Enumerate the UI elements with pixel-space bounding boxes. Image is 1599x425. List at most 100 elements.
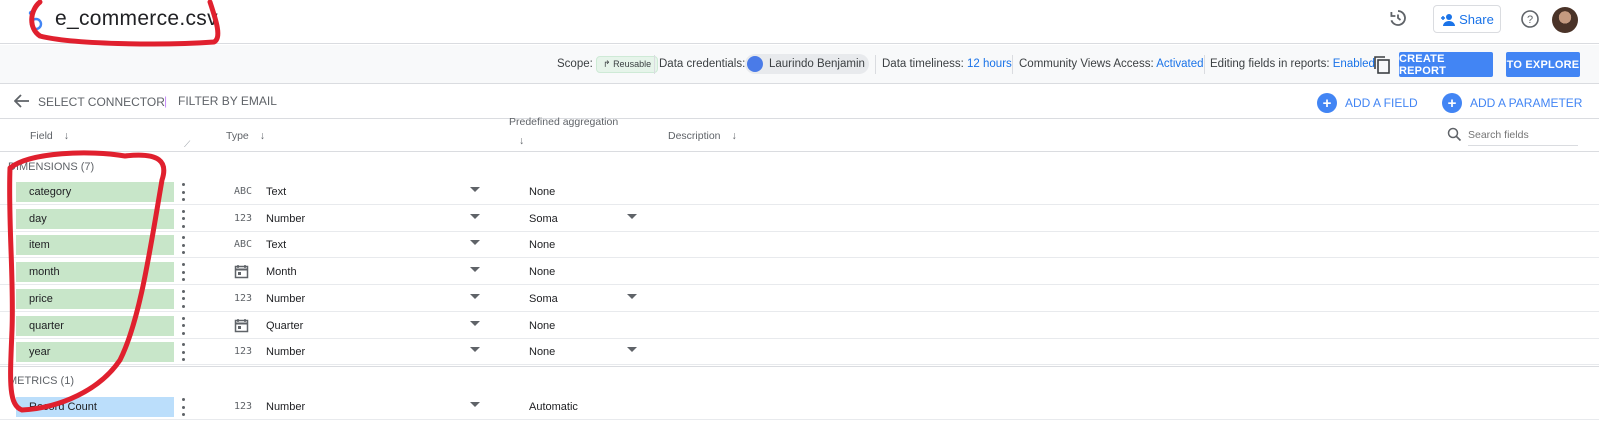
copy-icon[interactable] — [1370, 53, 1394, 77]
scope-badge[interactable]: ↱ Reusable — [596, 56, 659, 73]
aggregation-select[interactable]: None — [529, 320, 555, 332]
add-field-button[interactable]: + ADD A FIELD — [1317, 93, 1418, 113]
toolbar-divider: | — [164, 94, 168, 108]
data-source-title[interactable]: e_commerce.csv — [55, 7, 218, 31]
type-dropdown-arrow-icon[interactable] — [470, 402, 480, 407]
field-row[interactable]: quarter Quarter None — [0, 313, 1599, 339]
credentials-chip[interactable]: Laurindo Benjamin — [745, 54, 869, 74]
add-person-icon — [1441, 13, 1456, 26]
aggregation-dropdown-arrow-icon[interactable] — [627, 213, 637, 219]
scope-label: Scope: — [557, 58, 593, 70]
community-info: Community Views Access: Activated — [1019, 58, 1204, 70]
sort-arrow-icon[interactable]: ↓ — [519, 135, 524, 147]
aggregation-select[interactable]: None — [529, 346, 555, 358]
field-column-header[interactable]: Field ↓ — [30, 130, 69, 142]
history-icon[interactable] — [1386, 6, 1410, 30]
svg-text:?: ? — [1527, 14, 1533, 26]
aggregation-select[interactable]: Soma — [529, 213, 558, 225]
type-dropdown-arrow-icon[interactable] — [470, 240, 480, 246]
field-row[interactable]: item ABC Text None — [0, 232, 1599, 259]
field-type-select[interactable]: Quarter — [266, 320, 303, 332]
more-vert-icon[interactable] — [182, 289, 186, 308]
user-avatar[interactable] — [1552, 7, 1578, 33]
field-type-select[interactable]: Number — [266, 293, 305, 305]
text-type-icon: ABC — [234, 186, 253, 197]
filter-by-email-link[interactable]: FILTER BY EMAIL — [178, 94, 277, 108]
create-report-button[interactable]: CREATE REPORT — [1399, 52, 1493, 77]
description-column-header[interactable]: Description ↓ — [668, 130, 737, 142]
number-type-icon: 123 — [234, 212, 253, 224]
more-vert-icon[interactable] — [182, 236, 186, 255]
field-name-chip[interactable]: quarter — [16, 315, 174, 336]
aggregation-select[interactable]: Automatic — [529, 401, 578, 413]
field-type-select[interactable]: Number — [266, 401, 305, 413]
type-column-header[interactable]: Type ↓ — [226, 130, 265, 142]
select-connector-link[interactable]: SELECT CONNECTOR — [38, 95, 165, 109]
resize-handle-icon[interactable]: ⟋ — [184, 139, 190, 150]
more-vert-icon[interactable] — [182, 183, 186, 201]
editing-link[interactable]: Enabled — [1333, 58, 1375, 70]
aggregation-dropdown-arrow-icon[interactable] — [627, 293, 637, 299]
divider — [654, 55, 655, 74]
field-row[interactable]: Record Count 123 Number Automatic — [0, 394, 1599, 420]
type-dropdown-arrow-icon[interactable] — [470, 347, 480, 353]
field-row[interactable]: price 123 Number Soma — [0, 286, 1599, 312]
field-name-chip[interactable]: day — [16, 208, 174, 229]
field-type-select[interactable]: Text — [266, 186, 286, 198]
timeliness-link[interactable]: 12 hours — [967, 58, 1012, 70]
add-parameter-button[interactable]: + ADD A PARAMETER — [1442, 93, 1582, 113]
more-vert-icon[interactable] — [182, 343, 186, 362]
search-fields-input[interactable] — [1468, 124, 1578, 146]
editing-info: Editing fields in reports: Enabled — [1210, 58, 1375, 70]
divider — [1204, 55, 1205, 74]
field-name-chip[interactable]: item — [16, 235, 174, 256]
top-bar: e_commerce.csv Share ? — [0, 0, 1599, 44]
community-link[interactable]: Activated — [1156, 58, 1203, 70]
field-row[interactable]: day 123 Number Soma — [0, 206, 1599, 232]
aggregation-select[interactable]: None — [529, 186, 555, 198]
field-type-select[interactable]: Number — [266, 346, 305, 358]
type-dropdown-arrow-icon[interactable] — [470, 320, 480, 326]
field-name-chip[interactable]: Record Count — [16, 397, 174, 417]
share-button[interactable]: Share — [1433, 5, 1501, 33]
more-vert-icon[interactable] — [182, 398, 186, 416]
field-row[interactable]: category ABC Text None — [0, 179, 1599, 205]
sort-arrow-icon: ↓ — [731, 130, 737, 142]
divider — [1012, 55, 1013, 74]
field-row[interactable]: month Month None — [0, 259, 1599, 286]
to-explore-button[interactable]: TO EXPLORE — [1506, 52, 1580, 77]
timeliness-info: Data timeliness: 12 hours — [882, 58, 1012, 70]
aggregation-select[interactable]: Soma — [529, 293, 558, 305]
back-arrow-icon[interactable] — [13, 94, 30, 111]
field-type-select[interactable]: Text — [266, 239, 286, 251]
column-headers: Field ↓ ⟋ Type ↓ Predefined aggregation … — [0, 116, 1599, 152]
looker-studio-logo-icon — [28, 10, 43, 31]
field-name-chip[interactable]: month — [16, 262, 174, 283]
editor-toolbar: SELECT CONNECTOR | FILTER BY EMAIL + ADD… — [0, 85, 1599, 119]
share-label: Share — [1459, 11, 1494, 27]
help-icon[interactable]: ? — [1518, 7, 1542, 31]
type-dropdown-arrow-icon[interactable] — [470, 293, 480, 299]
type-dropdown-arrow-icon[interactable] — [470, 267, 480, 273]
aggregation-select[interactable]: None — [529, 266, 555, 278]
number-type-icon: 123 — [234, 401, 253, 412]
type-dropdown-arrow-icon[interactable] — [470, 213, 480, 219]
field-type-select[interactable]: Month — [266, 266, 297, 278]
more-vert-icon[interactable] — [182, 209, 186, 228]
field-name-chip[interactable]: year — [16, 342, 174, 363]
field-row[interactable]: year 123 Number None — [0, 339, 1599, 366]
field-type-select[interactable]: Number — [266, 213, 305, 225]
field-name-chip[interactable]: category — [16, 182, 174, 202]
field-name-chip[interactable]: price — [16, 288, 174, 309]
data-source-info-bar: Scope: ↱ Reusable Data credentials: Laur… — [0, 45, 1599, 84]
calendar-icon — [234, 318, 249, 336]
more-vert-icon[interactable] — [182, 263, 186, 282]
aggregation-column-header[interactable]: Predefined aggregation — [509, 116, 618, 128]
scope-info: Scope: ↱ Reusable — [557, 56, 659, 73]
number-type-icon: 123 — [234, 292, 253, 304]
aggregation-dropdown-arrow-icon[interactable] — [627, 347, 637, 353]
type-dropdown-arrow-icon[interactable] — [470, 187, 480, 192]
person-icon — [747, 56, 763, 72]
aggregation-select[interactable]: None — [529, 239, 555, 251]
more-vert-icon[interactable] — [182, 316, 186, 335]
